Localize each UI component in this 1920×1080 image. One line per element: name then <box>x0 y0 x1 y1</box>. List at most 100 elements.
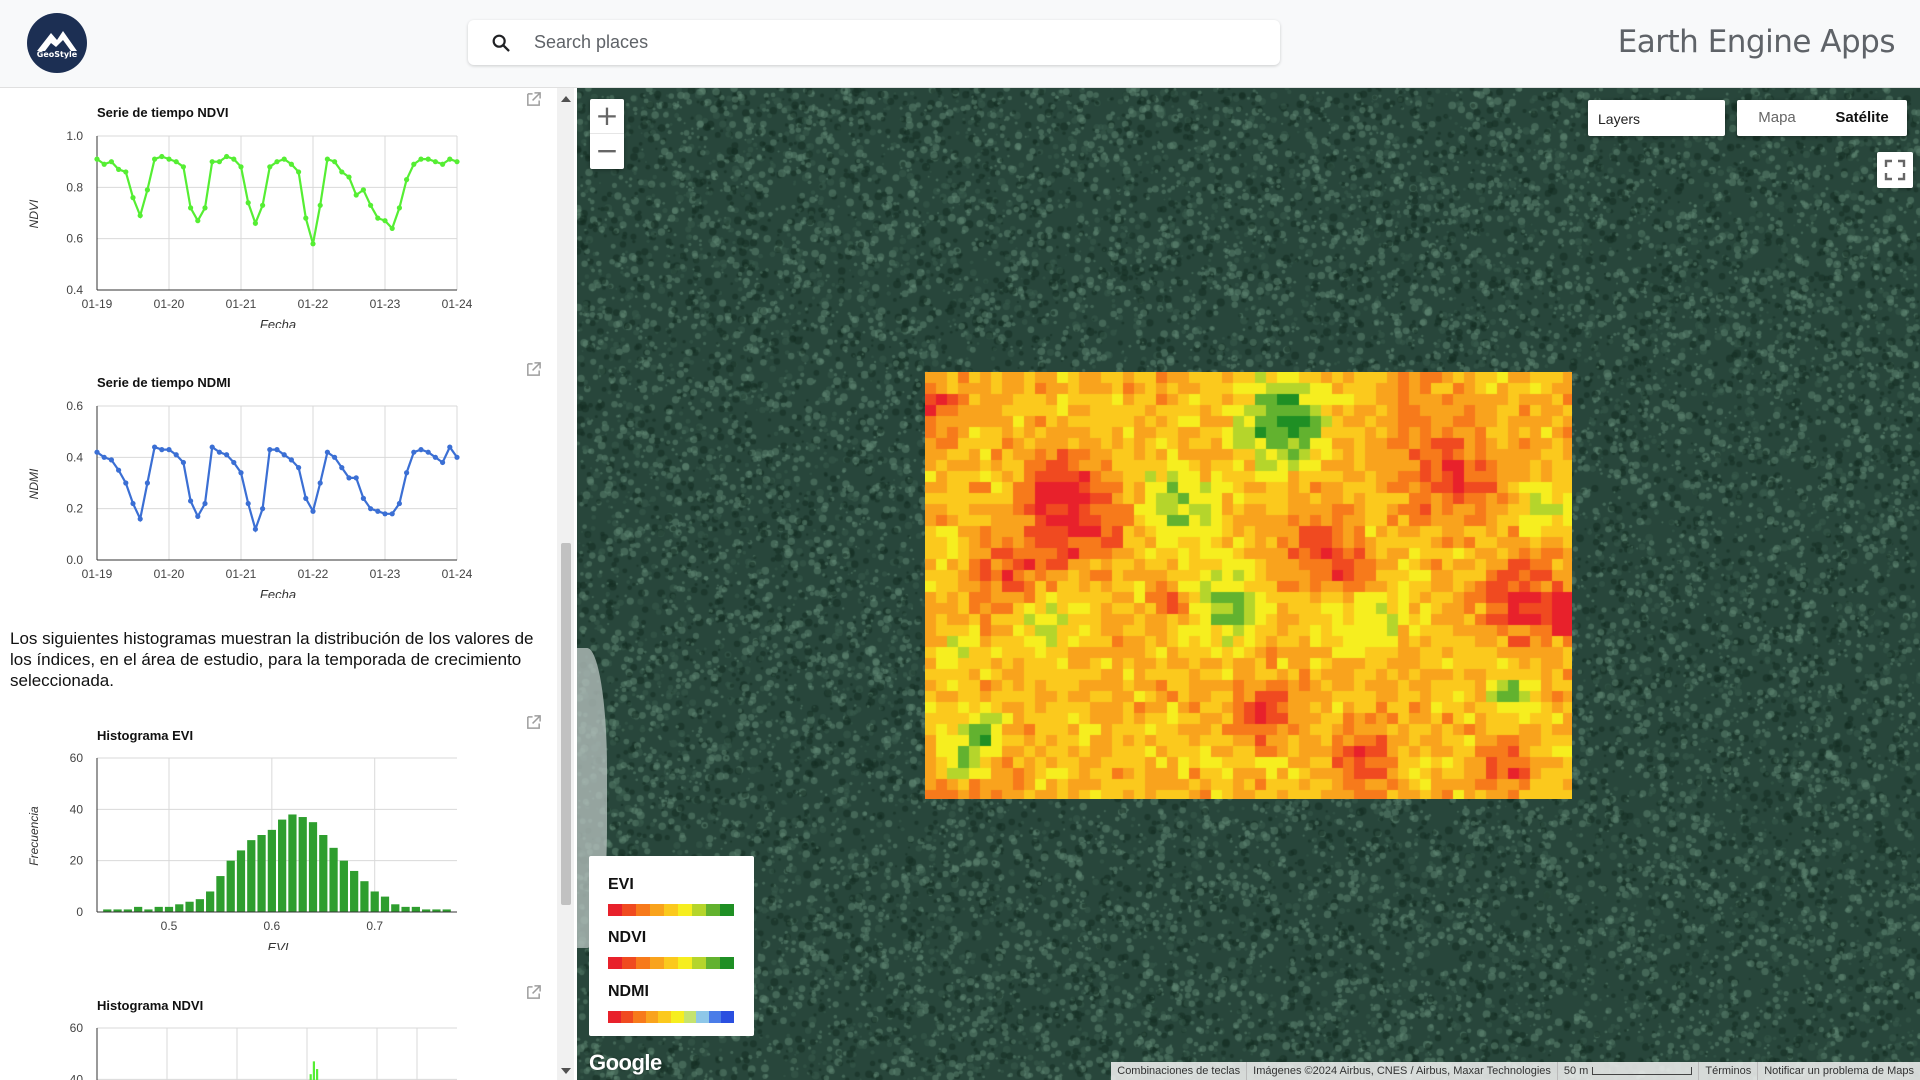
data-point <box>195 513 201 519</box>
histogram-bar <box>134 906 143 912</box>
data-point <box>224 153 230 160</box>
data-point <box>353 192 359 198</box>
data-point <box>238 470 244 476</box>
y-tick-label: 0.6 <box>66 232 83 246</box>
data-point <box>188 205 194 211</box>
data-point <box>382 218 388 224</box>
series-line <box>96 444 458 533</box>
data-point <box>396 500 402 507</box>
ndvi-series-chart: Serie de tiempo NDVI NDVI Fecha 0.4 0.6 0.… <box>0 88 557 328</box>
ndmi-series-plot: NDMI Fecha 0.0 0.2 0.4 0.6 01-19 01-20 01-21 01… <box>27 399 473 598</box>
data-point <box>447 156 453 162</box>
data-point <box>180 164 186 170</box>
data-point <box>368 506 374 512</box>
data-point <box>166 447 172 453</box>
histogram-bar <box>257 835 266 912</box>
scroll-down-arrow-icon[interactable] <box>561 1068 571 1074</box>
search-input[interactable] <box>534 20 1254 65</box>
data-point <box>332 454 338 460</box>
data-point <box>123 480 129 486</box>
data-point <box>375 508 381 514</box>
data-point <box>396 205 402 211</box>
ndvi-series-plot: NDVI Fecha 0.4 0.6 0.8 1.0 01-19 01-20 01-21 01… <box>27 129 473 328</box>
data-point <box>454 159 460 165</box>
search-icon[interactable] <box>490 32 512 54</box>
zoom-out-button[interactable]: − <box>590 134 624 169</box>
mountain-icon <box>37 31 77 51</box>
legend-swatch <box>622 904 636 916</box>
panel-scrollbar[interactable] <box>557 88 574 1080</box>
scroll-up-arrow-icon[interactable] <box>561 96 571 102</box>
results-panel[interactable]: Serie de tiempo NDVI NDVI Fecha 0.4 0.6 0.… <box>0 88 577 1080</box>
histogram-bar <box>175 904 184 912</box>
legend-swatch <box>650 957 664 969</box>
scale-indicator[interactable]: 50 m <box>1556 1062 1698 1080</box>
y-tick-label: 20 <box>70 854 84 868</box>
data-point <box>360 495 366 501</box>
google-logo: Google <box>589 1050 662 1075</box>
y-tick-label: 0.4 <box>66 450 83 464</box>
fullscreen-button[interactable] <box>1877 152 1913 188</box>
legend-label-evi: EVI <box>608 876 634 893</box>
data-point <box>195 218 201 224</box>
ndvi-histogram-plot: 40 60 <box>70 1021 457 1080</box>
data-point <box>267 164 273 170</box>
y-tick-label: 0 <box>76 905 83 919</box>
legend-swatch <box>721 1011 734 1023</box>
keyboard-shortcuts-link[interactable]: Combinaciones de teclas <box>1111 1062 1246 1080</box>
terms-link[interactable]: Términos <box>1698 1062 1757 1080</box>
data-point <box>238 164 244 170</box>
data-point <box>432 159 438 165</box>
legend-swatch <box>633 1011 646 1023</box>
data-point <box>216 449 222 455</box>
data-point <box>108 159 114 165</box>
legend-swatch <box>706 957 720 969</box>
data-point <box>288 161 294 167</box>
histogram-bar <box>206 891 215 912</box>
x-tick-label: 01-23 <box>370 297 401 311</box>
data-point <box>389 511 395 517</box>
zoom-control[interactable]: + − <box>590 99 624 169</box>
x-tick-label: 0.7 <box>366 919 383 933</box>
x-tick-label: 01-22 <box>298 567 329 581</box>
map-type-satellite-button[interactable]: Satélite <box>1817 100 1907 136</box>
legend-colorbar-ndmi <box>608 1011 734 1023</box>
data-point <box>231 156 237 162</box>
x-tick-label: 01-19 <box>82 567 113 581</box>
data-point <box>346 475 352 481</box>
legend-swatch <box>664 957 678 969</box>
histogram-bar <box>154 906 163 912</box>
map-canvas[interactable]: + − Layers Mapa Satélite EVI NDVI NDMI G… <box>577 88 1920 1080</box>
map-type-control[interactable]: Mapa Satélite <box>1737 100 1907 136</box>
data-point <box>332 159 338 165</box>
histogram-bar <box>236 850 246 912</box>
data-point <box>425 156 431 162</box>
y-axis-label: NDMI <box>27 468 41 499</box>
histogram-bar <box>391 904 400 912</box>
scale-bar <box>1592 1067 1693 1076</box>
histogram-bar <box>288 814 297 912</box>
map-type-mapa-button[interactable]: Mapa <box>1737 100 1817 136</box>
layers-button[interactable]: Layers <box>1588 100 1725 136</box>
ndvi-histogram-chart: Histograma NDVI 40 60 <box>0 980 557 1080</box>
y-tick-label: 0.0 <box>66 553 83 567</box>
search-box[interactable] <box>468 20 1280 65</box>
data-point <box>375 215 381 221</box>
histogram-bar <box>312 1061 315 1080</box>
data-point <box>317 202 323 208</box>
legend-swatch <box>645 1011 659 1023</box>
data-point <box>310 241 316 247</box>
histogram-bar <box>308 822 318 912</box>
data-point <box>252 220 258 226</box>
data-point <box>144 480 150 486</box>
data-point <box>130 195 136 201</box>
geostyle-logo[interactable]: GeoStyle <box>27 13 87 73</box>
data-point <box>425 449 431 455</box>
y-tick-label: 0.6 <box>66 399 83 413</box>
data-point <box>310 508 316 514</box>
scroll-thumb[interactable] <box>561 543 571 905</box>
report-problem-link[interactable]: Notificar un problema de Maps <box>1757 1062 1920 1080</box>
data-point <box>231 459 237 466</box>
legend-label-ndvi: NDVI <box>608 929 647 946</box>
zoom-in-button[interactable]: + <box>590 99 624 134</box>
